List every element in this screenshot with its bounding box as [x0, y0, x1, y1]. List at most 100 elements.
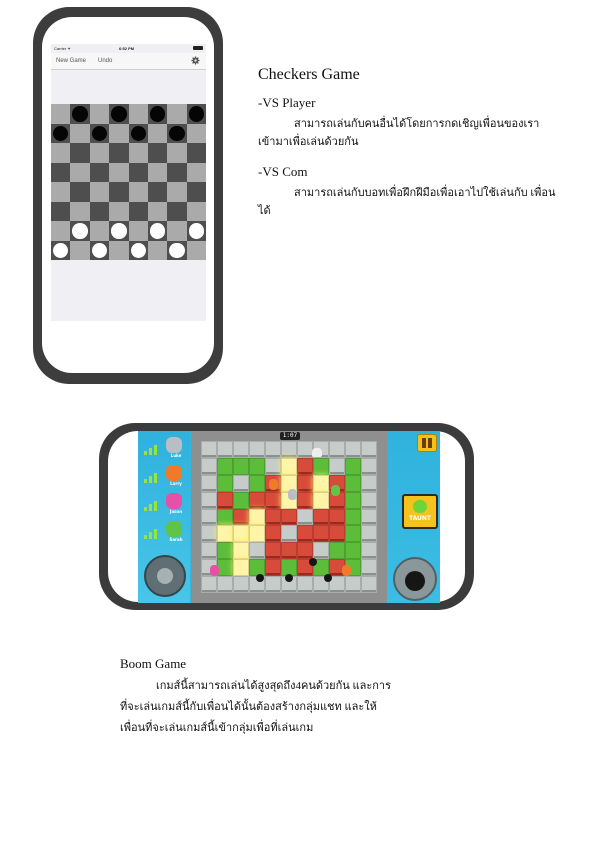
board-square[interactable] — [128, 182, 148, 202]
board-square[interactable] — [147, 104, 168, 124]
board-square[interactable] — [128, 123, 148, 143]
white-checker-piece[interactable] — [130, 242, 146, 258]
board-square[interactable] — [89, 162, 110, 182]
board-square[interactable] — [128, 240, 148, 260]
white-checker-piece[interactable] — [169, 242, 185, 258]
board-square[interactable] — [147, 162, 168, 182]
board-square[interactable] — [70, 201, 90, 221]
board-square[interactable] — [186, 123, 206, 143]
board-square[interactable] — [167, 104, 187, 124]
black-checker-piece[interactable] — [91, 125, 108, 141]
brick-block — [297, 457, 313, 475]
board-square[interactable] — [167, 240, 187, 260]
board-square[interactable] — [167, 201, 187, 221]
board-square[interactable] — [51, 162, 71, 182]
board-square[interactable] — [89, 201, 110, 221]
pause-button[interactable] — [417, 434, 437, 452]
white-checker-piece[interactable] — [111, 223, 127, 239]
board-square[interactable] — [147, 221, 168, 241]
new-game-button[interactable]: New Game — [56, 58, 86, 64]
taunt-icon — [413, 500, 427, 513]
board-square[interactable] — [167, 221, 187, 241]
board-square[interactable] — [109, 221, 129, 241]
board-square[interactable] — [89, 182, 110, 202]
board-square[interactable] — [167, 123, 187, 143]
board-square[interactable] — [147, 201, 168, 221]
board-square[interactable] — [51, 240, 71, 260]
black-checker-piece[interactable] — [111, 106, 127, 122]
board-square[interactable] — [89, 221, 110, 241]
board-square[interactable] — [89, 123, 110, 143]
brick-block — [265, 508, 281, 526]
black-checker-piece[interactable] — [169, 125, 185, 141]
drop-bomb-button[interactable] — [393, 557, 437, 601]
board-square[interactable] — [70, 123, 90, 143]
black-checker-piece[interactable] — [188, 106, 204, 122]
board-square[interactable] — [167, 162, 187, 182]
black-checker-piece[interactable] — [53, 125, 69, 141]
board-square[interactable] — [109, 201, 129, 221]
board-square[interactable] — [186, 240, 206, 260]
board-square[interactable] — [128, 221, 148, 241]
board-square[interactable] — [51, 123, 71, 143]
board-square[interactable] — [51, 201, 71, 221]
white-checker-piece[interactable] — [149, 223, 166, 239]
checkers-board[interactable] — [51, 104, 206, 260]
stone-block — [329, 457, 345, 475]
grass-tile — [217, 508, 233, 526]
board-square[interactable] — [147, 143, 168, 163]
board-square[interactable] — [109, 240, 129, 260]
board-square[interactable] — [186, 182, 206, 202]
board-square[interactable] — [109, 162, 129, 182]
board-square[interactable] — [128, 104, 148, 124]
stone-block — [361, 559, 377, 577]
board-square[interactable] — [51, 143, 71, 163]
carrier-label: Carrier ✦ — [54, 46, 71, 51]
board-square[interactable] — [51, 104, 71, 124]
board-square[interactable] — [89, 143, 110, 163]
board-square[interactable] — [128, 143, 148, 163]
board-square[interactable] — [51, 182, 71, 202]
board-square[interactable] — [89, 104, 110, 124]
board-square[interactable] — [70, 162, 90, 182]
board-square[interactable] — [167, 182, 187, 202]
board-square[interactable] — [128, 201, 148, 221]
board-square[interactable] — [70, 182, 90, 202]
black-checker-piece[interactable] — [130, 125, 146, 141]
player-list-sidebar: Luke Larry Jason Sarah — [138, 431, 190, 603]
board-square[interactable] — [70, 104, 90, 124]
board-square[interactable] — [186, 221, 206, 241]
board-square[interactable] — [51, 221, 71, 241]
game-arena: 1:07 — [191, 431, 387, 603]
white-checker-piece[interactable] — [91, 242, 108, 258]
board-square[interactable] — [128, 162, 148, 182]
white-checker-piece[interactable] — [188, 223, 204, 239]
board-square[interactable] — [186, 143, 206, 163]
player-avatar — [166, 493, 182, 509]
board-square[interactable] — [147, 240, 168, 260]
board-square[interactable] — [109, 143, 129, 163]
board-square[interactable] — [186, 104, 206, 124]
board-square[interactable] — [70, 143, 90, 163]
board-square[interactable] — [70, 240, 90, 260]
black-checker-piece[interactable] — [149, 106, 166, 122]
stone-block — [265, 441, 281, 458]
board-square[interactable] — [109, 182, 129, 202]
white-checker-piece[interactable] — [72, 223, 88, 239]
board-square[interactable] — [109, 104, 129, 124]
white-checker-piece[interactable] — [53, 242, 69, 258]
board-square[interactable] — [186, 201, 206, 221]
board-square[interactable] — [147, 182, 168, 202]
board-square[interactable] — [147, 123, 168, 143]
board-square[interactable] — [167, 143, 187, 163]
brick-block — [233, 508, 249, 526]
board-square[interactable] — [70, 221, 90, 241]
joystick-icon[interactable] — [144, 555, 186, 597]
board-square[interactable] — [186, 162, 206, 182]
board-square[interactable] — [89, 240, 110, 260]
undo-button[interactable]: Undo — [98, 58, 112, 64]
taunt-button[interactable]: TAUNT — [402, 494, 438, 529]
board-square[interactable] — [109, 123, 129, 143]
gear-icon[interactable] — [191, 56, 200, 65]
black-checker-piece[interactable] — [72, 106, 88, 122]
